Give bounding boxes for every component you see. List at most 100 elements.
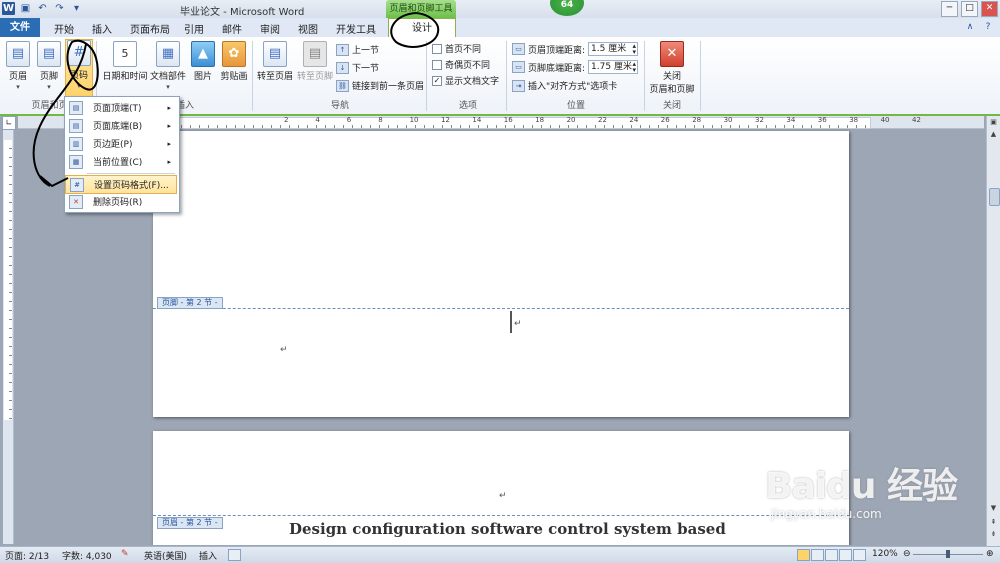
document-heading: Design configuration software control sy… <box>289 520 726 538</box>
zoom-slider[interactable] <box>913 550 983 558</box>
next-section-button[interactable]: ↓ 下一节 <box>336 61 379 74</box>
next-page-icon[interactable]: ⇟ <box>989 530 998 540</box>
word-logo-icon[interactable]: W <box>2 2 15 15</box>
ruler-number: 30 <box>723 116 733 124</box>
footer-button[interactable]: ▤ 页脚 ▾ <box>37 41 61 92</box>
group-label-options: 选项 <box>458 101 477 111</box>
tab-home[interactable]: 开始 <box>54 21 74 36</box>
close-button[interactable]: ✕ <box>981 1 998 17</box>
goto-header-button[interactable]: ▤ 转至页眉 <box>256 41 294 82</box>
ruler-toggle-icon[interactable]: ▣ <box>989 118 998 128</box>
customize-qat-icon[interactable]: ▾ <box>70 2 83 15</box>
prev-page-icon[interactable]: ⇞ <box>989 518 998 528</box>
status-bar: 页面: 2/13 字数: 4,030 ✎ 英语(美国) 插入 120% ⊖ ⊕ <box>0 546 1000 563</box>
header-from-top-stepper[interactable]: 1.5 厘米 ▴ ▾ <box>588 42 639 56</box>
bottom-of-page-icon: ▤ <box>69 118 83 133</box>
menu-item-bottom-of-page[interactable]: ▤ 页面底端(B) ▸ <box>65 117 177 134</box>
language[interactable]: 英语(美国) <box>144 549 187 562</box>
word-count[interactable]: 字数: 4,030 <box>62 549 112 562</box>
vertical-ruler[interactable] <box>3 130 14 544</box>
date-time-button[interactable]: 5 日期和时间 <box>102 41 148 82</box>
page-count[interactable]: 页面: 2/13 <box>5 549 49 562</box>
view-full-screen-icon[interactable] <box>811 549 824 561</box>
tab-selector-icon[interactable]: ∟ <box>2 116 16 130</box>
minimize-button[interactable]: ─ <box>941 1 958 17</box>
zoom-slider-knob[interactable] <box>946 550 950 558</box>
prev-section-icon: ↑ <box>336 43 349 56</box>
picture-button[interactable]: ▲ 图片 <box>190 41 216 82</box>
tab-mailings[interactable]: 邮件 <box>222 21 242 36</box>
clip-art-button[interactable]: ✿ 剪贴画 <box>219 41 249 82</box>
menu-item-top-of-page[interactable]: ▤ 页面顶端(T) ▸ <box>65 99 177 116</box>
footer-from-bottom-stepper[interactable]: 1.75 厘米 ▴ ▾ <box>588 60 639 74</box>
close-icon: ✕ <box>660 41 684 67</box>
vertical-scrollbar[interactable]: ▣ ▲ ▼ ⇞ ⇟ <box>986 116 1000 546</box>
link-previous-button[interactable]: ⛓ 链接到前一条页眉 <box>336 79 424 92</box>
maximize-button[interactable]: □ <box>961 1 978 17</box>
header-boundary <box>153 515 849 516</box>
doc-parts-button[interactable]: ▦ 文档部件 ▾ <box>149 41 187 92</box>
zoom-in-icon[interactable]: ⊕ <box>986 549 994 559</box>
header-icon: ▤ <box>6 41 30 67</box>
align-tab-icon: ⇥ <box>512 79 525 92</box>
group-separator <box>644 41 645 111</box>
footer-section-tag: 页脚 - 第 2 节 - <box>157 297 223 309</box>
menu-item-remove-page-numbers[interactable]: ✕ 删除页码(R) <box>65 193 177 210</box>
insert-mode[interactable]: 插入 <box>199 549 217 562</box>
show-doc-text-checkbox[interactable]: ✓ 显示文档文字 <box>432 74 499 87</box>
document-page-2[interactable]: ↵ 页眉 - 第 2 节 - Design configuration soft… <box>153 431 849 545</box>
diff-first-page-checkbox[interactable]: 首页不同 <box>432 42 481 55</box>
quick-access-toolbar: W ▣ ↶ ↷ ▾ <box>2 2 83 15</box>
ruler-number: 24 <box>629 116 639 124</box>
close-header-footer-button[interactable]: ✕ 关闭 页眉和页脚 <box>648 41 696 95</box>
undo-icon[interactable]: ↶ <box>36 2 49 15</box>
goto-footer-button[interactable]: ▤ 转至页脚 <box>296 41 334 82</box>
tab-developer[interactable]: 开发工具 <box>336 21 376 36</box>
document-page-1[interactable]: 页脚 - 第 2 节 - ↵ ↵ <box>153 131 849 417</box>
help-icon[interactable]: ? <box>982 21 994 33</box>
tab-references[interactable]: 引用 <box>184 21 204 36</box>
proofing-icon[interactable]: ✎ <box>121 549 129 559</box>
tab-file[interactable]: 文件 <box>0 18 40 37</box>
watermark-url: jingyan.baidu.com <box>771 507 882 521</box>
scroll-down-icon[interactable]: ▼ <box>989 504 998 514</box>
goto-header-icon: ▤ <box>263 41 287 67</box>
menu-item-current-position[interactable]: ▦ 当前位置(C) ▸ <box>65 153 177 170</box>
ruler-number: 34 <box>786 116 796 124</box>
tab-review[interactable]: 审阅 <box>260 21 280 36</box>
footer-position-icon: ▭ <box>512 61 525 73</box>
scroll-thumb[interactable] <box>989 188 1000 206</box>
view-outline-icon[interactable] <box>839 549 852 561</box>
scroll-up-icon[interactable]: ▲ <box>989 130 998 140</box>
macro-icon[interactable] <box>228 549 241 561</box>
next-section-icon: ↓ <box>336 61 349 74</box>
diff-odd-even-checkbox[interactable]: 奇偶页不同 <box>432 58 490 71</box>
view-web-layout-icon[interactable] <box>825 549 838 561</box>
link-icon: ⛓ <box>336 79 349 92</box>
menu-item-page-margins[interactable]: ▥ 页边距(P) ▸ <box>65 135 177 152</box>
tab-insert[interactable]: 插入 <box>92 21 112 36</box>
minimize-ribbon-icon[interactable]: ∧ <box>964 21 976 33</box>
zoom-level[interactable]: 120% <box>872 549 898 559</box>
group-label-close: 关闭 <box>662 101 681 111</box>
menu-separator <box>87 173 175 174</box>
tab-view[interactable]: 视图 <box>298 21 318 36</box>
paragraph-mark: ↵ <box>499 491 507 501</box>
tab-page-layout[interactable]: 页面布局 <box>130 21 170 36</box>
ruler-number: 20 <box>566 116 576 124</box>
paragraph-mark: ↵ <box>280 345 288 355</box>
tab-design[interactable]: 设计 <box>388 18 456 38</box>
ruler-number: 12 <box>441 116 450 124</box>
zoom-out-icon[interactable]: ⊖ <box>903 549 911 559</box>
insert-align-tab-button[interactable]: ⇥ 插入"对齐方式"选项卡 <box>512 79 617 92</box>
save-icon[interactable]: ▣ <box>19 2 32 15</box>
paragraph-mark: ↵ <box>514 319 522 329</box>
header-button[interactable]: ▤ 页眉 ▾ <box>6 41 30 92</box>
view-print-layout-icon[interactable] <box>797 549 810 561</box>
view-draft-icon[interactable] <box>853 549 866 561</box>
redo-icon[interactable]: ↷ <box>53 2 66 15</box>
prev-section-button[interactable]: ↑ 上一节 <box>336 43 379 56</box>
menu-item-format-page-numbers[interactable]: # 设置页码格式(F)... <box>65 175 177 194</box>
page-number-button[interactable]: # 页码 ▾ <box>65 39 93 97</box>
ribbon-tabs: 文件 开始 插入 页面布局 引用 邮件 审阅 视图 开发工具 设计 ∧ ? <box>0 18 1000 38</box>
